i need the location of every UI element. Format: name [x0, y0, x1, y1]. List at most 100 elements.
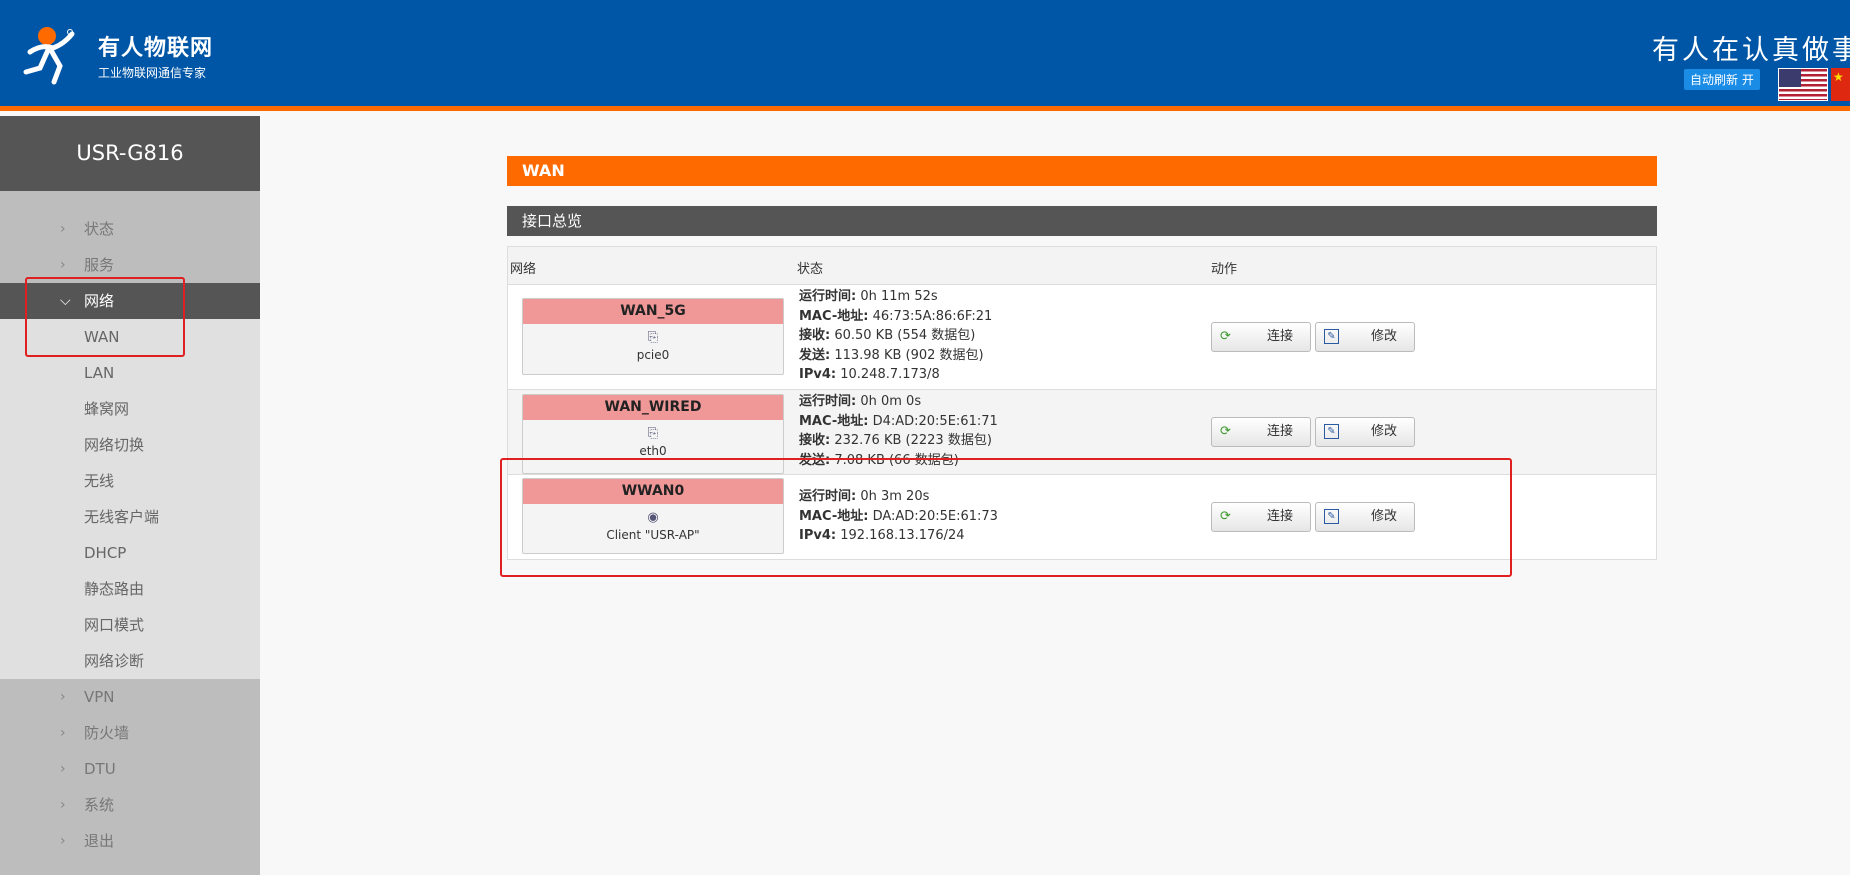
- chevron-right-icon: ›: [60, 833, 66, 849]
- edit-label: 修改: [1371, 509, 1398, 524]
- network-name: WAN_WIRED: [523, 395, 783, 420]
- rx-value: 232.76 KB (2223 数据包): [830, 433, 992, 448]
- chevron-right-icon: ›: [60, 725, 66, 741]
- sidebar-item-logout[interactable]: › 退出: [0, 823, 260, 859]
- ipv4-value: 192.168.13.176/24: [836, 528, 965, 543]
- uptime-value: 0h 0m 0s: [856, 394, 922, 409]
- network-device: pcie0: [636, 348, 670, 362]
- ipv4-label: IPv4:: [799, 367, 837, 382]
- sidebar-subitem-cellular[interactable]: 蜂窝网: [0, 391, 260, 427]
- sidebar-subitem-port-mode[interactable]: 网口模式: [0, 607, 260, 643]
- sidebar-item-services[interactable]: › 服务: [0, 247, 260, 283]
- network-status: 运行时间: 0h 0m 0s MAC-地址: D4:AD:20:5E:61:71…: [799, 392, 998, 470]
- cn-flag-icon[interactable]: ★: [1831, 68, 1850, 101]
- sidebar-item-vpn[interactable]: › VPN: [0, 679, 260, 715]
- flag-star: ★: [1833, 70, 1844, 84]
- sidebar-item-label: 系统: [84, 796, 115, 814]
- brand-name: 有人物联网: [98, 36, 214, 61]
- slogan: 有人在认真做事: [1652, 35, 1850, 66]
- tx-label: 发送:: [799, 452, 831, 468]
- edit-button[interactable]: ✎ 修改: [1315, 417, 1415, 447]
- tx-label: 发送:: [799, 347, 831, 363]
- connect-label: 连接: [1267, 329, 1294, 344]
- ethernet-port-icon: ⎘: [647, 330, 659, 345]
- sidebar-item-network[interactable]: ⌵ 网络: [0, 283, 260, 319]
- network-status: 运行时间: 0h 3m 20s MAC-地址: DA:AD:20:5E:61:7…: [799, 487, 998, 546]
- edit-label: 修改: [1371, 424, 1398, 439]
- mac-label: MAC-地址:: [799, 308, 869, 324]
- mac-label: MAC-地址:: [799, 508, 869, 524]
- logo-icon: [23, 27, 75, 85]
- edit-label: 修改: [1371, 329, 1398, 344]
- sidebar-subitem-dhcp[interactable]: DHCP: [0, 535, 260, 571]
- sidebar-subitem-network-switch[interactable]: 网络切换: [0, 427, 260, 463]
- sidebar-subitem-wan[interactable]: WAN: [0, 319, 260, 355]
- edit-button[interactable]: ✎ 修改: [1315, 322, 1415, 352]
- mac-label: MAC-地址:: [799, 413, 869, 429]
- refresh-icon: ⟳: [1220, 509, 1231, 524]
- connect-label: 连接: [1267, 509, 1294, 524]
- col-status: 状态: [797, 262, 824, 277]
- chevron-right-icon: ›: [60, 761, 66, 777]
- uptime-label: 运行时间:: [799, 394, 857, 409]
- sidebar-subitem-wireless-client[interactable]: 无线客户端: [0, 499, 260, 535]
- sidebar-subitem-lan[interactable]: LAN: [0, 355, 260, 391]
- sidebar-item-firewall[interactable]: › 防火墙: [0, 715, 260, 751]
- chevron-down-icon: ⌵: [60, 293, 71, 309]
- uptime-value: 0h 11m 52s: [856, 289, 938, 304]
- network-name: WWAN0: [523, 479, 783, 504]
- col-action: 动作: [1211, 262, 1238, 277]
- sidebar-item-label: VPN: [84, 688, 115, 706]
- sidebar-item-label: 网络: [84, 292, 115, 310]
- network-badge: WAN_WIRED ⎘ eth0: [522, 394, 784, 474]
- connect-button[interactable]: ⟳ 连接: [1211, 502, 1311, 532]
- table-row: WAN_WIRED ⎘ eth0 运行时间: 0h 0m 0s MAC-地址: …: [508, 390, 1656, 475]
- rx-label: 接收:: [799, 433, 831, 448]
- connect-button[interactable]: ⟳ 连接: [1211, 417, 1311, 447]
- rx-label: 接收:: [799, 328, 831, 343]
- col-network: 网络: [510, 262, 537, 277]
- sidebar-item-label: 防火墙: [84, 724, 130, 742]
- ipv4-label: IPv4:: [799, 528, 837, 543]
- mac-value: 46:73:5A:86:6F:21: [868, 308, 993, 324]
- uptime-label: 运行时间:: [799, 289, 857, 304]
- tx-value: 113.98 KB (902 数据包): [830, 347, 984, 363]
- sidebar-item-system[interactable]: › 系统: [0, 787, 260, 823]
- sidebar-item-label: DTU: [84, 760, 116, 778]
- network-badge: WWAN0 ◉ Client "USR-AP": [522, 478, 784, 554]
- section-title: 接口总览: [507, 206, 1657, 236]
- sidebar-item-label: 状态: [84, 220, 115, 238]
- refresh-icon: ⟳: [1220, 424, 1231, 439]
- sidebar-subitem-wireless[interactable]: 无线: [0, 463, 260, 499]
- connect-button[interactable]: ⟳ 连接: [1211, 322, 1311, 352]
- network-status: 运行时间: 0h 11m 52s MAC-地址: 46:73:5A:86:6F:…: [799, 287, 992, 385]
- brand-tagline: 工业物联网通信专家: [98, 66, 207, 80]
- sidebar-subitem-static-route[interactable]: 静态路由: [0, 571, 260, 607]
- wifi-icon: ◉: [647, 510, 659, 525]
- uptime-label: 运行时间:: [799, 489, 857, 504]
- page-title: WAN: [507, 156, 1657, 186]
- network-device: eth0: [639, 444, 667, 458]
- us-flag-icon[interactable]: [1778, 68, 1828, 101]
- sidebar-nav: › 状态 › 服务 ⌵ 网络 WAN LAN 蜂窝网 网络切换 无线 无线客户端…: [0, 211, 260, 859]
- mac-value: D4:AD:20:5E:61:71: [868, 413, 998, 429]
- sidebar-item-status[interactable]: › 状态: [0, 211, 260, 247]
- sidebar-item-dtu[interactable]: › DTU: [0, 751, 260, 787]
- network-device: Client "USR-AP": [606, 528, 700, 542]
- sidebar-subitem-network-diag[interactable]: 网络诊断: [0, 643, 260, 679]
- sidebar-item-label: 退出: [84, 832, 115, 850]
- auto-refresh-toggle[interactable]: 自动刷新 开: [1684, 69, 1760, 90]
- ethernet-port-icon: ⎘: [647, 426, 659, 441]
- refresh-icon: ⟳: [1220, 329, 1231, 344]
- uptime-value: 0h 3m 20s: [856, 489, 930, 504]
- chevron-right-icon: ›: [60, 689, 66, 705]
- sidebar: USR-G816 › 状态 › 服务 ⌵ 网络 WAN LAN 蜂窝网 网络切换…: [0, 116, 260, 875]
- edit-icon: ✎: [1324, 329, 1339, 344]
- table-header: 网络 状态 动作: [508, 247, 1656, 285]
- tx-value: 7.08 KB (66 数据包): [830, 452, 959, 468]
- table-row: WWAN0 ◉ Client "USR-AP" 运行时间: 0h 3m 20s …: [508, 475, 1656, 559]
- top-header: 有人物联网 工业物联网通信专家 有人在认真做事 自动刷新 开 ★: [0, 0, 1850, 111]
- edit-icon: ✎: [1324, 509, 1339, 524]
- edit-button[interactable]: ✎ 修改: [1315, 502, 1415, 532]
- sidebar-item-label: 服务: [84, 256, 115, 274]
